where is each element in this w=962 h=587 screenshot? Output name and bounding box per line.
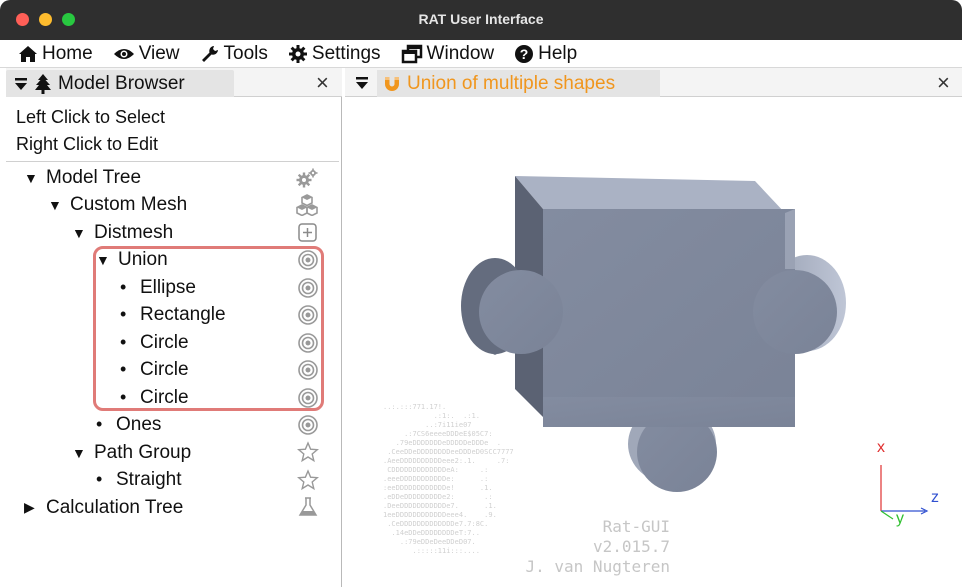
tree-item-distmesh[interactable]: ▼ Distmesh	[72, 219, 173, 246]
tree-item-ones[interactable]: • Ones	[92, 411, 161, 438]
window-title: RAT User Interface	[418, 11, 544, 27]
menu-tools[interactable]: Tools	[200, 40, 268, 68]
tree-item-path-group[interactable]: ▼ Path Group	[72, 439, 191, 466]
tab-model-browser[interactable]: Model Browser	[6, 70, 234, 97]
tree-item-label: Ones	[116, 413, 162, 435]
plus-square-icon	[298, 223, 317, 242]
menu-home-label: Home	[42, 42, 93, 64]
bullet-icon: •	[96, 469, 103, 489]
expand-triangle-icon[interactable]: ▼	[48, 197, 70, 213]
tree-item-straight[interactable]: • Straight	[92, 466, 181, 493]
home-icon	[19, 45, 37, 62]
cubes-icon	[296, 194, 318, 216]
gears-icon	[296, 168, 318, 188]
menu-help-label: Help	[538, 42, 578, 64]
3d-viewport[interactable]: ..:.:::771.17!. .:1:. .:1. ..:7i11ie07 .…	[345, 97, 962, 587]
viewer-panel: Union of multiple shapes × ..:.:::771.17…	[345, 68, 962, 587]
target-icon	[298, 415, 318, 435]
axis-y-label: y	[896, 510, 904, 527]
axis-z-label: z	[931, 489, 939, 506]
menu-view-label: View	[138, 42, 180, 64]
magnet-icon	[385, 76, 399, 91]
menu-window-label: Window	[426, 42, 495, 64]
tree-item-label: Calculation Tree	[46, 496, 184, 518]
menu-settings-label: Settings	[311, 42, 381, 64]
expand-triangle-icon[interactable]: ▼	[72, 445, 94, 461]
tree-item-custom-mesh[interactable]: ▼ Custom Mesh	[48, 191, 187, 218]
question-circle-icon: ?	[515, 44, 534, 63]
star-icon	[297, 469, 319, 491]
tree-item-label: Distmesh	[94, 221, 174, 243]
expand-triangle-icon[interactable]: ▼	[72, 225, 94, 241]
viewer-tabstrip: Union of multiple shapes ×	[345, 68, 962, 97]
menu-view[interactable]: View	[113, 40, 180, 68]
divider	[6, 161, 339, 162]
menu-home[interactable]: Home	[18, 40, 93, 68]
tree-item-label: Straight	[116, 468, 182, 490]
menu-help[interactable]: ? Help	[514, 40, 577, 68]
menu-bar: Home View Tools Settings Window ? Help	[0, 40, 962, 68]
wrench-icon	[201, 45, 218, 62]
expand-triangle-icon[interactable]: ▼	[24, 170, 46, 186]
tab-union-label: Union of multiple shapes	[407, 72, 616, 94]
hint-left-click: Left Click to Select	[16, 107, 166, 127]
menu-settings[interactable]: Settings	[288, 40, 381, 68]
panel-menu-icon[interactable]	[355, 76, 369, 90]
close-model-browser-icon[interactable]: ×	[316, 72, 329, 94]
tab-union-of-multiple-shapes[interactable]: Union of multiple shapes	[377, 70, 660, 97]
gear-icon	[288, 44, 307, 63]
panel-menu-icon[interactable]	[14, 77, 28, 91]
title-bar: RAT User Interface	[0, 0, 962, 40]
window-restore-icon	[401, 44, 422, 63]
tab-model-browser-label: Model Browser	[58, 72, 185, 94]
star-icon	[297, 441, 319, 463]
app-window: RAT User Interface Home View Tools Setti…	[0, 0, 962, 587]
model-browser-tabstrip: Model Browser ×	[6, 68, 342, 97]
flask-icon	[298, 497, 318, 516]
hint-right-click: Right Click to Edit	[16, 134, 159, 154]
tree-item-label: Custom Mesh	[70, 193, 188, 215]
menu-window[interactable]: Window	[401, 40, 495, 68]
close-viewer-icon[interactable]: ×	[937, 72, 950, 94]
svg-text:?: ?	[520, 46, 529, 62]
tree-item-calculation-tree[interactable]: ▶ Calculation Tree	[24, 494, 183, 521]
model-browser-panel: Model Browser × Left Click to Select Rig…	[6, 68, 342, 587]
tree-icon	[35, 73, 51, 94]
bullet-icon: •	[96, 414, 103, 434]
tree-item-model-tree[interactable]: ▼ Model Tree	[24, 164, 141, 191]
menu-tools-label: Tools	[223, 42, 268, 64]
tree-item-label: Path Group	[94, 441, 192, 463]
axis-x-label: x	[877, 439, 885, 456]
tree-item-label: Model Tree	[46, 166, 142, 188]
collapse-triangle-icon[interactable]: ▶	[24, 499, 46, 516]
union-selection-highlight	[93, 246, 324, 411]
eye-icon	[113, 48, 134, 59]
